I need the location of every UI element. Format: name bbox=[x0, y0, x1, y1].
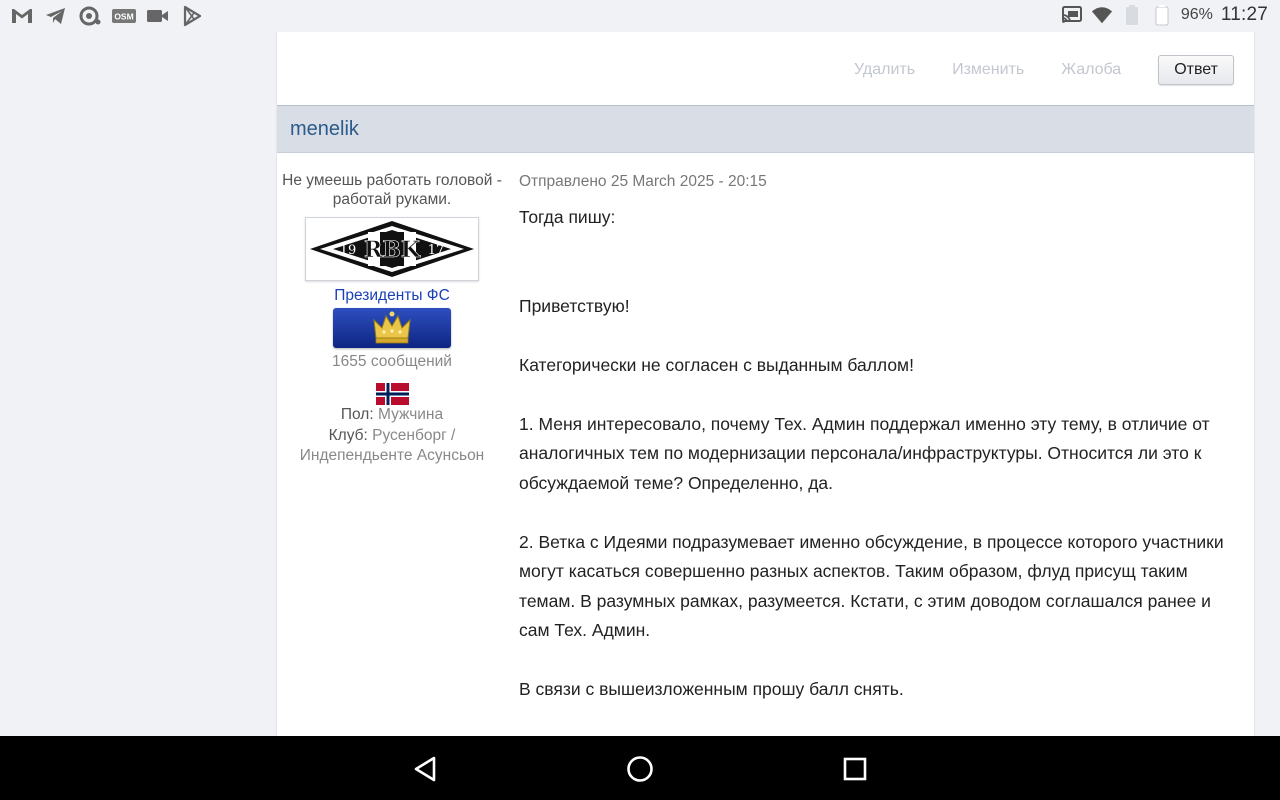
report-link[interactable]: Жалоба bbox=[1061, 61, 1121, 79]
logo-text: RBK bbox=[364, 237, 421, 263]
post-paragraph: 2. Ветка с Идеями подразумевает именно о… bbox=[519, 531, 1224, 641]
gender-value: Мужчина bbox=[377, 406, 444, 423]
wifi-icon bbox=[1091, 4, 1113, 26]
clock: 11:27 bbox=[1220, 4, 1268, 25]
play-store-icon bbox=[180, 5, 204, 27]
system-indicators: 96% 11:27 bbox=[1061, 4, 1268, 26]
gender-label: Пол: bbox=[340, 406, 374, 423]
logo-year-left: 19 bbox=[340, 243, 357, 258]
back-button[interactable] bbox=[410, 754, 440, 784]
post-count: 1655 сообщений bbox=[332, 353, 452, 370]
logo-year-right: 17 bbox=[428, 243, 445, 258]
edit-link[interactable]: Изменить bbox=[952, 61, 1024, 79]
norway-flag-icon bbox=[375, 383, 409, 405]
author-tagline: Не умеешь работать головой - работай рук… bbox=[282, 172, 502, 208]
osm-icon: OSM bbox=[112, 5, 136, 27]
home-button[interactable] bbox=[625, 754, 655, 784]
post-panel: Удалить Изменить Жалоба Ответ menelik Не… bbox=[276, 32, 1255, 736]
post-paragraph: В связи с вышеизложенным прошу балл снят… bbox=[519, 679, 904, 699]
user-group: Президенты ФС bbox=[334, 287, 450, 304]
recents-button[interactable] bbox=[840, 754, 870, 784]
author-profile: Не умеешь работать головой - работай рук… bbox=[277, 171, 507, 467]
post-paragraph: 1. Меня интересовало, почему Тех. Админ … bbox=[519, 413, 1210, 493]
post-action-bar: Удалить Изменить Жалоба Ответ bbox=[277, 32, 1254, 105]
battery-saver-icon bbox=[1121, 4, 1143, 26]
cast-icon bbox=[1061, 4, 1083, 26]
club-value: Русенборг / Индепендьенте Асунсьон bbox=[299, 426, 485, 465]
post-paragraph: Категорически не согласен с выданным бал… bbox=[519, 354, 914, 375]
post-container: Не умеешь работать головой - работай рук… bbox=[277, 153, 1254, 736]
club-row: Клуб: Русенборг / Индепендьенте Асунсьон bbox=[277, 426, 507, 467]
rbk-logo-icon: 19 17 RBK bbox=[310, 221, 474, 277]
video-camera-icon bbox=[146, 5, 170, 27]
club-label: Клуб: bbox=[328, 426, 368, 444]
osm-label: OSM bbox=[114, 12, 133, 22]
crown-icon bbox=[373, 311, 411, 344]
reply-button[interactable]: Ответ bbox=[1158, 55, 1234, 85]
post-paragraph: Тогда пишу: bbox=[519, 207, 616, 227]
post-body: Отправлено 25 March 2025 - 20:15 Тогда п… bbox=[519, 173, 1239, 705]
system-nav-bar bbox=[0, 736, 1280, 800]
battery-icon bbox=[1151, 4, 1173, 26]
home-icon bbox=[627, 756, 653, 782]
status-bar: OSM 96% 11:27 bbox=[0, 0, 1280, 32]
gender-row: Пол: Мужчина bbox=[277, 405, 507, 426]
telegram-icon bbox=[44, 5, 68, 27]
delete-link[interactable]: Удалить bbox=[854, 61, 915, 79]
author-header: menelik bbox=[277, 105, 1254, 153]
post-actions: Удалить Изменить Жалоба Ответ bbox=[854, 55, 1234, 85]
rank-badge bbox=[333, 308, 451, 348]
notification-icons: OSM bbox=[10, 5, 204, 27]
post-date: Отправлено 25 March 2025 - 20:15 bbox=[519, 173, 767, 190]
post-paragraph: Приветствую! bbox=[519, 295, 630, 316]
recents-icon bbox=[843, 757, 867, 781]
music-sync-icon bbox=[78, 5, 102, 27]
battery-percent: 96% bbox=[1180, 6, 1213, 23]
avatar[interactable]: 19 17 RBK bbox=[305, 217, 479, 281]
author-name-link[interactable]: menelik bbox=[290, 118, 359, 141]
gmail-icon bbox=[10, 5, 34, 27]
back-icon bbox=[414, 756, 436, 782]
